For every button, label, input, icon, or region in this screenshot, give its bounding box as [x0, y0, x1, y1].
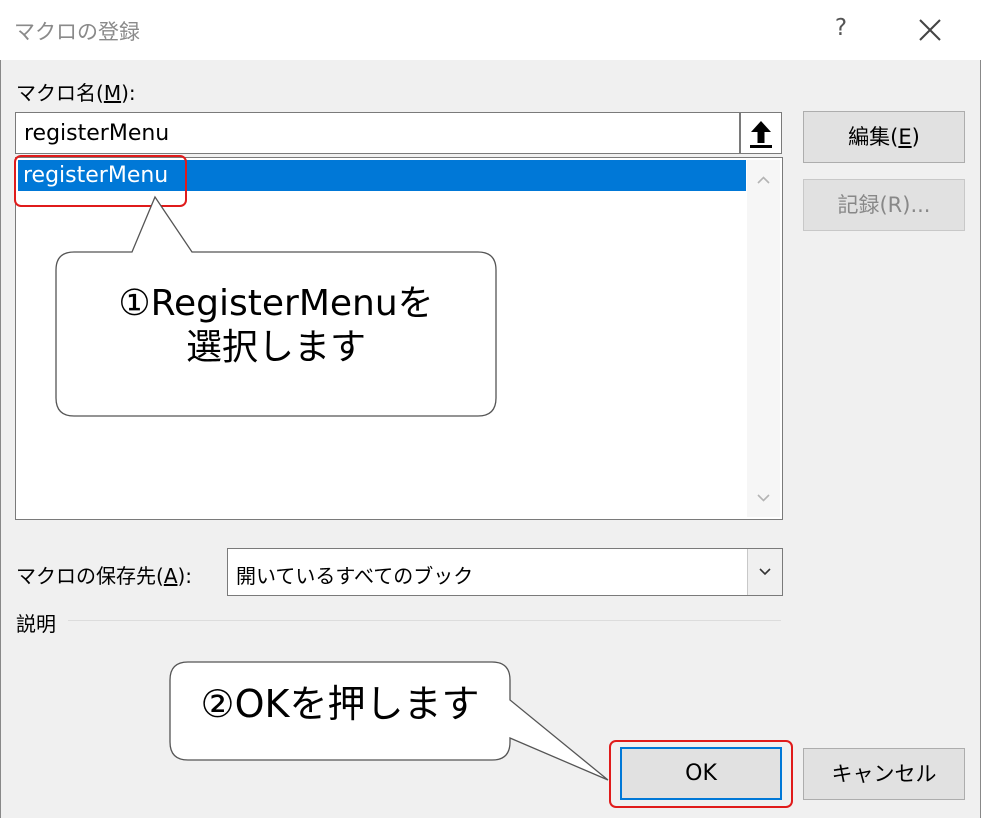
callout-text-1: ①RegisterMenuを 選択します [118, 283, 434, 368]
callout-text-2: ②OKを押します [200, 682, 480, 726]
